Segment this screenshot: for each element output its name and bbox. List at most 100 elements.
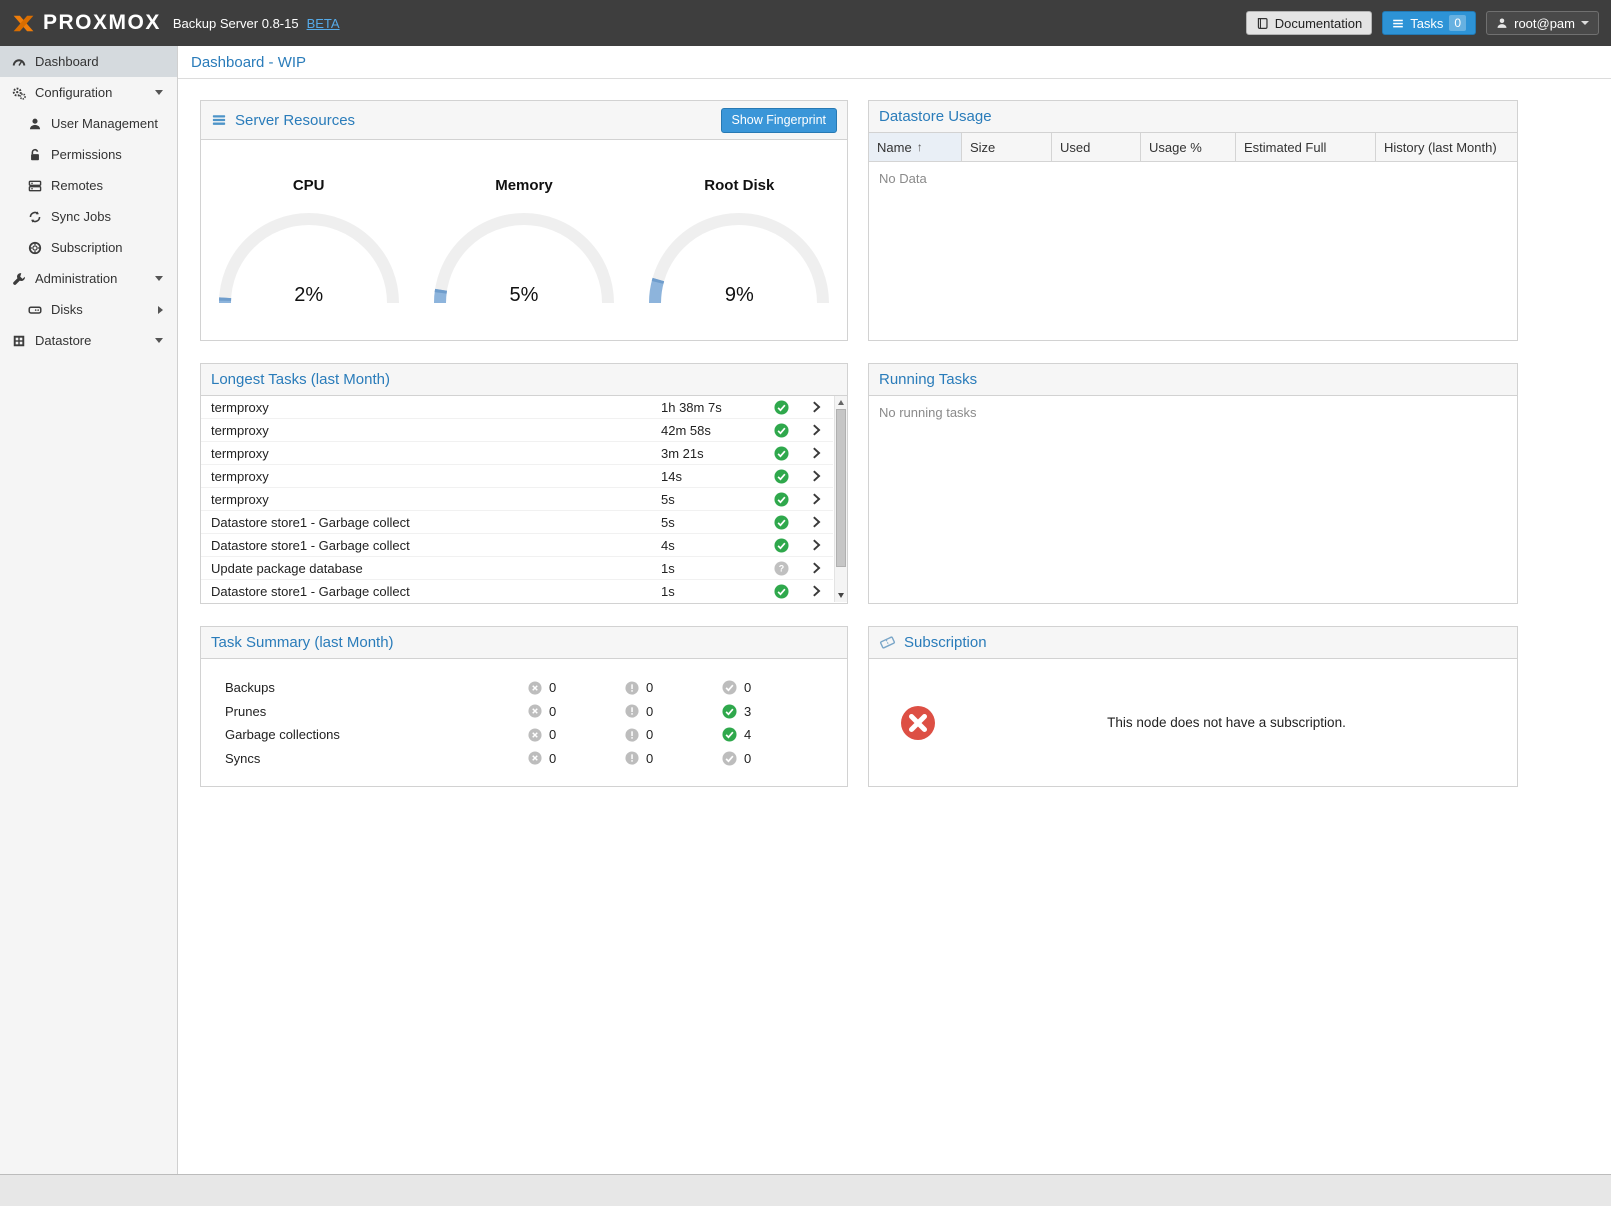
proxmox-logo: PROXMOX — [10, 11, 161, 36]
error-count-icon — [528, 751, 542, 765]
column-header-usage-[interactable]: Usage % — [1141, 133, 1236, 161]
summary-row: Backups000 — [201, 676, 847, 700]
user-icon — [1496, 17, 1508, 29]
scroll-down-arrow-icon[interactable] — [835, 589, 847, 602]
server-resources-panel: Server Resources Show Fingerprint CPU2%M… — [200, 100, 848, 341]
unlock-icon — [28, 148, 42, 162]
page-header: Dashboard - WIP — [178, 46, 1611, 79]
caret-down-icon — [155, 338, 163, 343]
sidebar-item-sync-jobs[interactable]: Sync Jobs — [0, 201, 177, 232]
task-row[interactable]: termproxy3m 21s — [201, 442, 833, 465]
sidebar-item-label: Sync Jobs — [51, 209, 111, 224]
task-summary-header: Task Summary (last Month) — [201, 627, 847, 659]
warning-count-icon — [625, 751, 639, 765]
beta-link[interactable]: BETA — [307, 16, 340, 31]
datastore-usage-title: Datastore Usage — [879, 108, 992, 125]
user-icon — [28, 117, 42, 131]
lifering-icon — [28, 241, 42, 255]
longest-tasks-header: Longest Tasks (last Month) — [201, 364, 847, 396]
scrollbar-thumb[interactable] — [836, 409, 846, 567]
chevron-right-icon[interactable] — [799, 446, 833, 460]
chevron-right-icon[interactable] — [799, 492, 833, 506]
show-fingerprint-button[interactable]: Show Fingerprint — [721, 108, 838, 133]
task-row[interactable]: termproxy14s — [201, 465, 833, 488]
task-status-ok-icon — [774, 584, 789, 599]
gauges: CPU2%Memory5%Root Disk9% — [201, 140, 847, 308]
column-header-estimated-full[interactable]: Estimated Full — [1236, 133, 1376, 161]
task-row[interactable]: Datastore store1 - Garbage collect1s — [201, 580, 833, 602]
column-header-used[interactable]: Used — [1052, 133, 1141, 161]
task-row[interactable]: termproxy1h 38m 7s — [201, 396, 833, 419]
sidebar-item-remotes[interactable]: Remotes — [0, 170, 177, 201]
task-name: termproxy — [201, 492, 661, 507]
sidebar-item-user-management[interactable]: User Management — [0, 108, 177, 139]
task-name: termproxy — [201, 423, 661, 438]
task-name: Datastore store1 - Garbage collect — [201, 538, 661, 553]
dashboard-icon — [12, 55, 26, 69]
app-version: Backup Server 0.8-15 — [173, 16, 299, 31]
task-row[interactable]: Update package database1s? — [201, 557, 833, 580]
task-status-ok-icon — [774, 492, 789, 507]
task-summary-panel: Task Summary (last Month) Backups000Prun… — [200, 626, 848, 787]
column-header-size[interactable]: Size — [962, 133, 1052, 161]
column-label: Name — [877, 140, 912, 155]
gauge-label: Root Disk — [639, 177, 839, 194]
datastore-usage-panel: Datastore Usage Name ↑ Size UsedUsage %Esti… — [868, 100, 1518, 341]
ok-count-icon — [722, 751, 737, 766]
task-name: termproxy — [201, 469, 661, 484]
sidebar-item-dashboard[interactable]: Dashboard — [0, 46, 177, 77]
gauge-value: 5% — [432, 284, 616, 307]
column-header-history-last-month-[interactable]: History (last Month) — [1376, 133, 1517, 161]
task-status-ok-icon — [774, 469, 789, 484]
sidebar-item-permissions[interactable]: Permissions — [0, 139, 177, 170]
task-row[interactable]: Datastore store1 - Garbage collect4s — [201, 534, 833, 557]
sidebar-item-configuration[interactable]: Configuration — [0, 77, 177, 108]
proxmox-logo-icon — [10, 11, 37, 36]
caret-down-icon — [155, 276, 163, 281]
sort-ascending-icon: ↑ — [917, 140, 923, 154]
task-status-ok-icon — [774, 446, 789, 461]
warning-count: 0 — [646, 704, 653, 719]
chevron-right-icon[interactable] — [799, 400, 833, 414]
task-duration: 1h 38m 7s — [661, 400, 763, 415]
longest-tasks-title: Longest Tasks (last Month) — [211, 371, 390, 388]
task-row[interactable]: Datastore store1 - Garbage collect5s — [201, 511, 833, 534]
error-count: 0 — [549, 727, 556, 742]
gauge-arc: 2% — [217, 211, 401, 308]
task-status-ok-icon — [774, 423, 789, 438]
scroll-up-arrow-icon[interactable] — [835, 396, 847, 409]
task-duration: 5s — [661, 492, 763, 507]
gauge-memory: Memory5% — [424, 154, 624, 308]
datastore-icon — [12, 334, 26, 348]
scrollbar[interactable] — [834, 396, 847, 602]
chevron-right-icon[interactable] — [799, 538, 833, 552]
sidebar-item-label: User Management — [51, 116, 158, 131]
sidebar-item-label: Administration — [35, 271, 117, 286]
chevron-right-icon[interactable] — [799, 515, 833, 529]
chevron-right-icon[interactable] — [799, 561, 833, 575]
sidebar-item-label: Remotes — [51, 178, 103, 193]
gauge-root-disk: Root Disk 9% — [639, 154, 839, 308]
sidebar-item-disks[interactable]: Disks — [0, 294, 177, 325]
task-name: termproxy — [201, 446, 661, 461]
sidebar-item-administration[interactable]: Administration — [0, 263, 177, 294]
server-resources-header: Server Resources Show Fingerprint — [201, 101, 847, 140]
task-summary-body: Backups000Prunes003Garbage collections00… — [201, 659, 847, 770]
chevron-right-icon[interactable] — [799, 584, 833, 598]
task-row[interactable]: termproxy5s — [201, 488, 833, 511]
error-count: 0 — [549, 704, 556, 719]
task-status-ok-icon — [774, 515, 789, 530]
column-label: Size — [970, 140, 995, 155]
user-menu-button[interactable]: root@pam — [1486, 11, 1599, 35]
gauge-value: 9% — [647, 284, 831, 307]
sidebar-item-datastore[interactable]: Datastore — [0, 325, 177, 356]
ok-count: 3 — [744, 704, 751, 719]
chevron-right-icon[interactable] — [799, 423, 833, 437]
tasks-button[interactable]: Tasks 0 — [1382, 11, 1476, 35]
ok-count: 0 — [744, 680, 751, 695]
task-row[interactable]: termproxy42m 58s — [201, 419, 833, 442]
column-header-name[interactable]: Name ↑ — [869, 133, 962, 161]
sidebar-item-subscription[interactable]: Subscription — [0, 232, 177, 263]
chevron-right-icon[interactable] — [799, 469, 833, 483]
documentation-button[interactable]: Documentation — [1246, 11, 1372, 35]
